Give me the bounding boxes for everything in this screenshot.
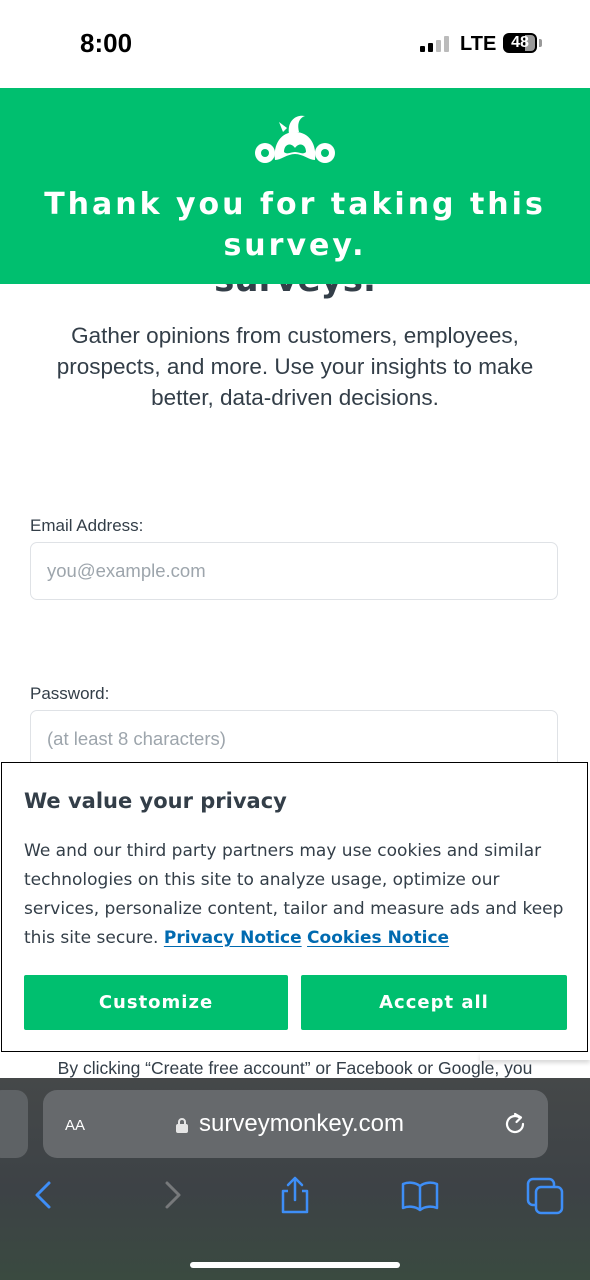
bookmarks-icon[interactable]	[400, 1176, 440, 1216]
accept-all-button[interactable]: Accept all	[301, 975, 567, 1030]
customize-button[interactable]: Customize	[24, 975, 288, 1030]
forward-icon[interactable]	[152, 1176, 192, 1216]
cookies-notice-link[interactable]: Cookies Notice	[307, 928, 449, 948]
home-indicator	[190, 1262, 400, 1268]
address-bar[interactable]: AA surveymonkey.com	[43, 1090, 548, 1158]
status-bar: 8:00 LTE 48	[0, 0, 590, 88]
aa-label: AA	[65, 1117, 86, 1134]
tabs-icon[interactable]	[525, 1176, 565, 1216]
privacy-dialog: We value your privacy We and our third p…	[1, 762, 588, 1052]
terms-text: By clicking “Create free account” or Fac…	[57, 1058, 533, 1078]
password-label: Password:	[30, 684, 110, 703]
lock-icon	[176, 1118, 188, 1133]
network-label: LTE	[460, 33, 497, 55]
banner-title: Thank you for taking this survey.	[44, 187, 546, 263]
reload-icon[interactable]	[501, 1110, 529, 1138]
privacy-notice-link[interactable]: Privacy Notice	[164, 928, 302, 948]
intro-text: Gather opinions from customers, employee…	[56, 323, 534, 410]
battery-icon: 48	[503, 33, 537, 53]
email-field[interactable]	[30, 542, 558, 600]
previous-tab[interactable]	[0, 1090, 28, 1158]
privacy-text: We and our third party partners may use …	[24, 837, 569, 953]
back-icon[interactable]	[24, 1176, 64, 1216]
battery-level: 48	[511, 34, 529, 51]
share-icon[interactable]	[275, 1176, 315, 1216]
password-field[interactable]	[30, 710, 558, 768]
privacy-title: We value your privacy	[24, 789, 287, 813]
signal-icon	[420, 36, 450, 52]
surveymonkey-logo-icon	[255, 115, 335, 163]
email-label: Email Address:	[30, 516, 144, 535]
status-time: 8:00	[80, 28, 133, 58]
url-text: surveymonkey.com	[199, 1110, 404, 1137]
browser-toolbar: AA surveymonkey.com	[0, 1078, 590, 1280]
reader-aa-button[interactable]: AA	[65, 1110, 85, 1136]
